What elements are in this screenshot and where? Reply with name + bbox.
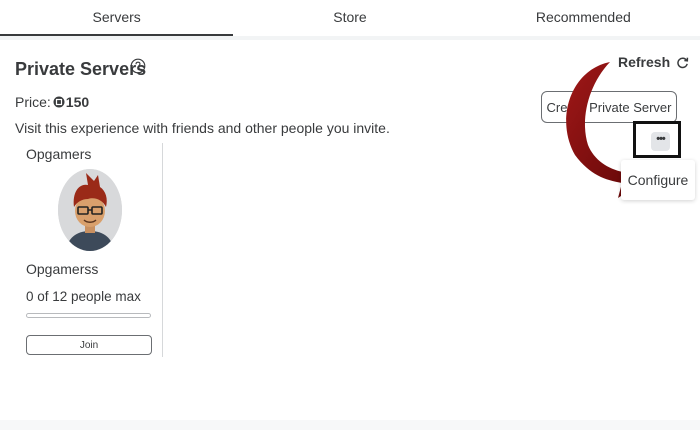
refresh-label: Refresh xyxy=(618,54,671,70)
tab-recommended[interactable]: Recommended xyxy=(467,0,700,36)
question-circle-icon[interactable] xyxy=(130,58,146,74)
join-button[interactable]: Join xyxy=(26,335,152,355)
highlight-box: ••• xyxy=(633,121,681,158)
price-amount: 150 xyxy=(65,94,90,110)
more-dots-icon[interactable]: ••• xyxy=(651,132,670,151)
avatar[interactable] xyxy=(58,169,122,251)
capacity-progress-bar xyxy=(26,313,151,318)
configure-menu-item[interactable]: Configure xyxy=(621,160,695,200)
footer-strip xyxy=(0,420,700,430)
server-card: Opgamers Opgamerss 0 of 12 people max Jo… xyxy=(26,143,163,357)
price-label: Price: xyxy=(15,94,51,110)
refresh-icon xyxy=(677,57,689,68)
tab-servers[interactable]: Servers xyxy=(0,0,234,37)
robux-icon xyxy=(53,96,65,108)
refresh-button[interactable]: Refresh xyxy=(618,54,689,70)
server-capacity: 0 of 12 people max xyxy=(26,289,141,304)
tab-bar: Servers Store Recommended xyxy=(0,0,700,37)
server-owner-name[interactable]: Opgamers xyxy=(26,146,91,162)
create-private-server-button[interactable]: Create Private Server xyxy=(541,91,677,123)
price-row: Price: 150 xyxy=(15,94,89,110)
section-title: Private Servers xyxy=(15,59,147,79)
section-description: Visit this experience with friends and o… xyxy=(15,120,390,136)
server-name: Opgamerss xyxy=(26,261,99,277)
tab-store[interactable]: Store xyxy=(233,0,466,36)
